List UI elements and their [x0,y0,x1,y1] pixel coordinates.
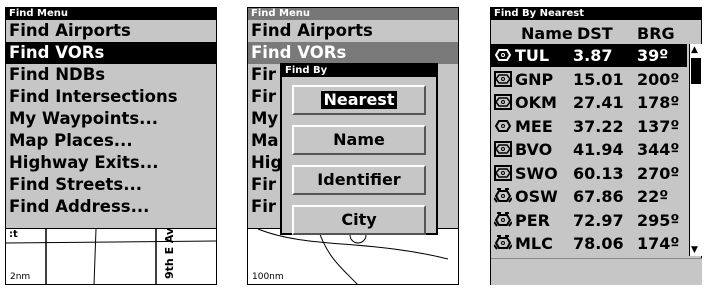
find-by-city-button[interactable]: City [292,205,426,235]
vor-icon [494,118,512,134]
bearing-value: 270º [637,163,680,183]
bearing-value: 39º [637,46,669,65]
scroll-up-icon[interactable]: ▲ [691,45,698,55]
menu-item[interactable]: Find Intersections [6,86,216,108]
bearing-value: 137º [637,116,680,136]
bearing-value: 174º [637,234,680,253]
menu-item[interactable]: Find Airports [6,20,216,42]
dialog-title: Find By [282,65,436,77]
waypoint-name: TUL [515,46,550,65]
vordme-icon [494,70,512,87]
waypoint-name: SWO [515,163,558,183]
waypoint-name: OKM [515,93,557,112]
distance-value: 3.87 [573,46,613,65]
menu-item[interactable]: Find VORs [6,42,216,64]
table-row[interactable]: OKM 27.41 178º [491,91,687,114]
scroll-thumb[interactable] [691,58,701,84]
bearing-value: 200º [637,69,680,89]
distance-value: 72.97 [573,210,624,230]
col-dst: DST [577,24,613,43]
find-menu-panel: Find Menu Find Airports Find VORs Find NDB… [5,7,217,229]
column-headers: Name DST BRG [491,22,687,44]
scroll-down-icon[interactable]: ▼ [691,245,698,255]
waypoint-name: OSW [515,187,558,206]
distance-value: 27.41 [573,93,624,112]
table-row[interactable]: SWO 60.13 270º [491,162,687,185]
vordme-icon [494,164,512,181]
waypoint-name: PER [515,210,550,230]
bearing-value: 22º [637,187,669,206]
find-by-screen: Find Menu Find Airports Find VORs Fir Fir My… [247,7,459,285]
nearest-title: Find By Nearest [491,8,701,20]
bearing-value: 344º [637,140,680,159]
distance-value: 78.06 [573,234,624,253]
waypoint-name: BVO [515,140,553,159]
menu-title: Find Menu [248,8,458,20]
col-name: Name [521,24,573,43]
button-label: Nearest [320,91,398,109]
table-row[interactable]: PER 72.97 295º [491,209,687,232]
map-scale: 100nm [252,272,284,282]
table-row[interactable]: MEE 37.22 137º [491,115,687,138]
button-label: Name [333,130,385,149]
find-by-nearest-button[interactable]: Nearest [292,85,426,115]
list-scrollbar[interactable]: ▲ ▼ [689,44,702,256]
vortac-icon [493,211,513,228]
menu-item[interactable]: My Waypoints... [6,108,216,130]
table-row[interactable]: MLC 78.06 174º [491,232,687,255]
waypoint-name: GNP [515,69,554,89]
bearing-value: 295º [637,210,680,230]
vordme-icon [494,94,512,110]
menu-title: Find Menu [6,8,216,20]
distance-value: 15.01 [573,69,624,89]
menu-item[interactable]: Find Airports [248,20,458,42]
menu-item[interactable]: Map Places... [6,130,216,152]
button-label: Identifier [317,170,401,189]
map-view[interactable]: 100nm [247,229,459,285]
menu-item[interactable]: Highway Exits... [6,152,216,174]
map-view[interactable]: :t 9th E Av 2nm [5,229,217,285]
table-row[interactable]: OSW 67.86 22º [491,185,687,208]
distance-value: 41.94 [573,140,624,159]
map-scale: 2nm [10,272,31,282]
find-by-identifier-button[interactable]: Identifier [292,165,426,195]
map-corner-label: :t [9,229,18,240]
vortac-icon [493,188,513,204]
table-row[interactable]: BVO 41.94 344º [491,138,687,161]
vortac-icon [493,235,513,251]
button-label: City [341,210,377,229]
bearing-value: 178º [637,93,680,112]
status-bar [491,258,702,285]
menu-item[interactable]: Find Streets... [6,174,216,196]
nearest-list-screen: Find By Nearest Name DST BRG TUL 3.87 39º G… [490,7,702,285]
col-brg: BRG [637,24,675,43]
vor-icon [494,47,512,63]
street-label: 9th E Av [163,229,176,279]
distance-value: 37.22 [573,116,624,136]
menu-item[interactable]: Find Address... [6,196,216,218]
table-row[interactable]: GNP 15.01 200º [491,68,687,91]
find-menu-screen: Find Menu Find Airports Find VORs Find NDB… [5,7,217,285]
map-lines [6,229,216,284]
table-row[interactable]: TUL 3.87 39º [491,44,687,67]
waypoint-name: MEE [515,116,553,136]
vordme-icon [494,141,512,157]
waypoint-name: MLC [515,234,553,253]
distance-value: 67.86 [573,187,624,206]
find-by-dialog: Find By Nearest Name Identifier City [280,63,438,235]
find-by-name-button[interactable]: Name [292,125,426,155]
menu-item[interactable]: Find VORs [248,42,458,64]
menu-item[interactable]: Find NDBs [6,64,216,86]
distance-value: 60.13 [573,163,624,183]
nearest-panel: Find By Nearest Name DST BRG TUL 3.87 39º G… [490,7,702,285]
